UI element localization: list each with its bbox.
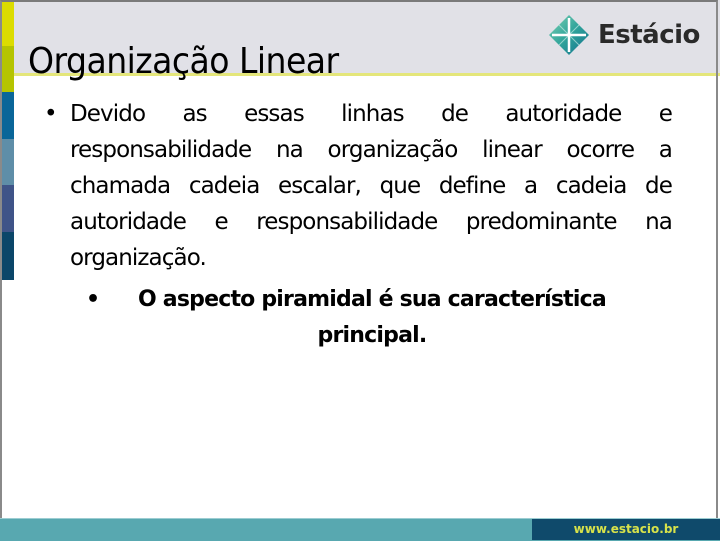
bullet-item-level1: • Devido as essas linhas de autoridade e… [44,96,673,276]
bullet-text: O aspecto piramidal é sua característica… [138,287,607,348]
estacio-diamond-icon [549,15,589,55]
bullet-icon: • [44,101,58,127]
bullet-icon: • [86,287,100,312]
footer-url[interactable]: www.estacio.br [532,519,720,540]
slide-body: • Devido as essas linhas de autoridade e… [44,96,673,354]
slide-title: Organização Linear [28,41,339,82]
bullet-text: Devido as essas linhas de autoridade e r… [70,101,673,271]
estacio-logo: Estácio [548,14,700,56]
logo-text: Estácio [598,20,700,50]
bullet-item-level2: • O aspecto piramidal é sua característi… [44,282,672,354]
